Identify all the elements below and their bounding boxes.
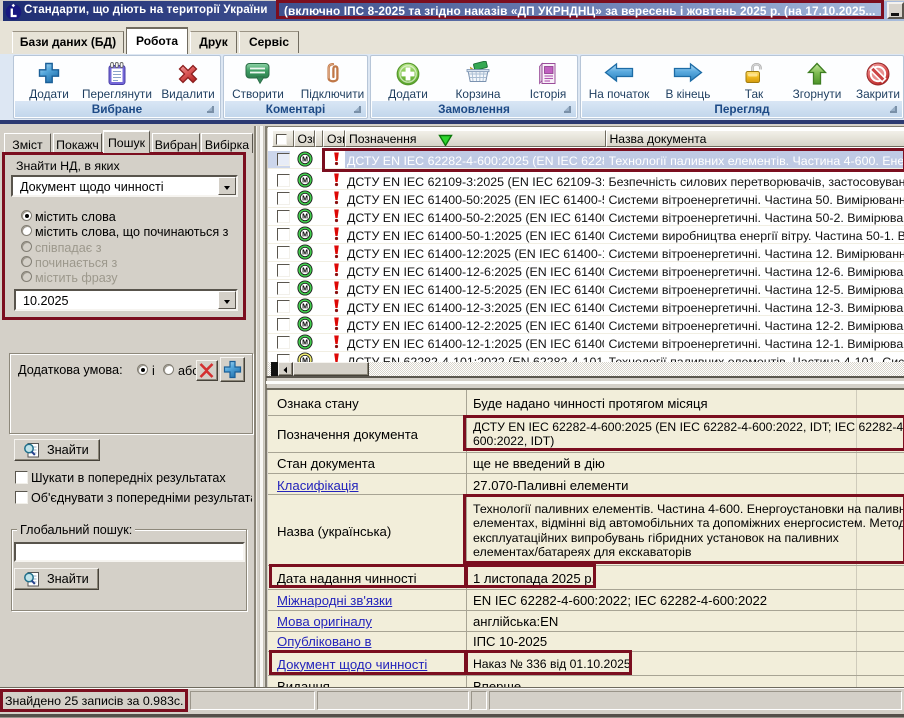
svg-text:M: M xyxy=(302,322,308,329)
svg-text:M: M xyxy=(302,340,308,347)
svg-text:M: M xyxy=(302,214,308,221)
svg-text:M: M xyxy=(302,157,308,164)
svg-text:M: M xyxy=(302,250,308,257)
svg-text:M: M xyxy=(302,286,308,293)
svg-text:M: M xyxy=(302,196,308,203)
svg-text:M: M xyxy=(302,232,308,239)
svg-text:M: M xyxy=(302,178,308,185)
svg-text:M: M xyxy=(302,304,308,311)
svg-text:M: M xyxy=(302,268,308,275)
